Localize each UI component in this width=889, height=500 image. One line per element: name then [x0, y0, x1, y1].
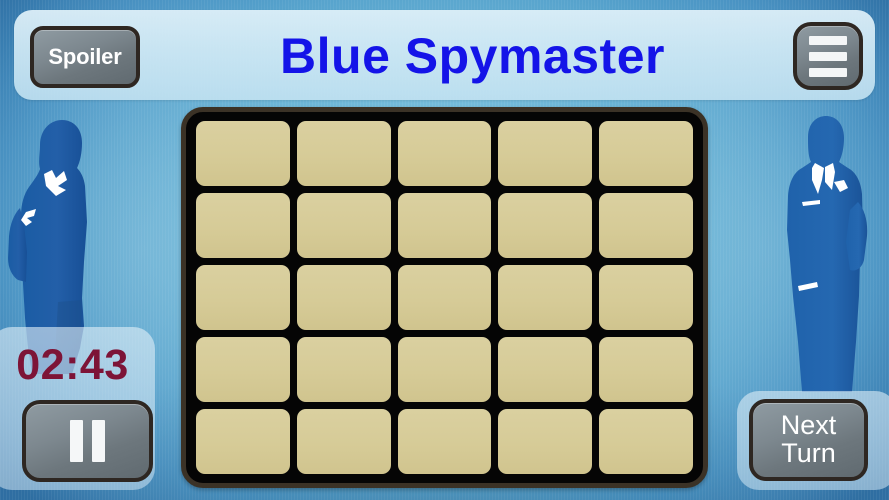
board-card[interactable]	[296, 409, 391, 474]
board-card[interactable]	[599, 121, 693, 186]
board-card[interactable]	[498, 409, 593, 474]
board-card[interactable]	[296, 265, 391, 330]
timer-display: 02:43	[16, 341, 129, 389]
hamburger-menu-icon[interactable]	[793, 22, 863, 90]
board-card[interactable]	[498, 121, 593, 186]
board-card[interactable]	[599, 265, 693, 330]
board-card[interactable]	[196, 265, 290, 330]
board-card[interactable]	[397, 193, 492, 258]
board-card[interactable]	[196, 409, 290, 474]
board-card[interactable]	[498, 193, 593, 258]
board-card[interactable]	[196, 193, 290, 258]
page-title: Blue Spymaster	[280, 28, 665, 84]
board-card[interactable]	[296, 337, 391, 402]
board-card[interactable]	[196, 121, 290, 186]
board-card[interactable]	[397, 265, 492, 330]
game-board	[181, 107, 708, 488]
spoiler-button[interactable]: Spoiler	[30, 26, 140, 88]
next-turn-label-line2: Turn	[781, 438, 836, 468]
board-card[interactable]	[498, 337, 593, 402]
board-card[interactable]	[296, 121, 391, 186]
menu-bar-bottom	[809, 67, 847, 77]
menu-bar-middle	[809, 51, 847, 61]
spoiler-button-label: Spoiler	[48, 44, 122, 69]
next-turn-button[interactable]: Next Turn	[749, 399, 868, 481]
pause-icon-bar-left	[70, 420, 83, 462]
board-card[interactable]	[397, 409, 492, 474]
board-card[interactable]	[397, 337, 492, 402]
board-card[interactable]	[498, 265, 593, 330]
board-card[interactable]	[196, 337, 290, 402]
board-card[interactable]	[397, 121, 492, 186]
pause-icon-bar-right	[92, 420, 105, 462]
menu-bar-top	[809, 35, 847, 45]
board-card[interactable]	[599, 193, 693, 258]
board-card[interactable]	[599, 337, 693, 402]
board-card[interactable]	[599, 409, 693, 474]
male-spy-silhouette	[787, 116, 868, 392]
pause-button[interactable]	[22, 400, 153, 482]
game-screen: 02:43 Next Turn Spoiler Blue Spymaster	[0, 0, 889, 500]
card-grid	[196, 121, 693, 474]
board-card[interactable]	[296, 193, 391, 258]
next-turn-label-line1: Next	[780, 410, 837, 441]
